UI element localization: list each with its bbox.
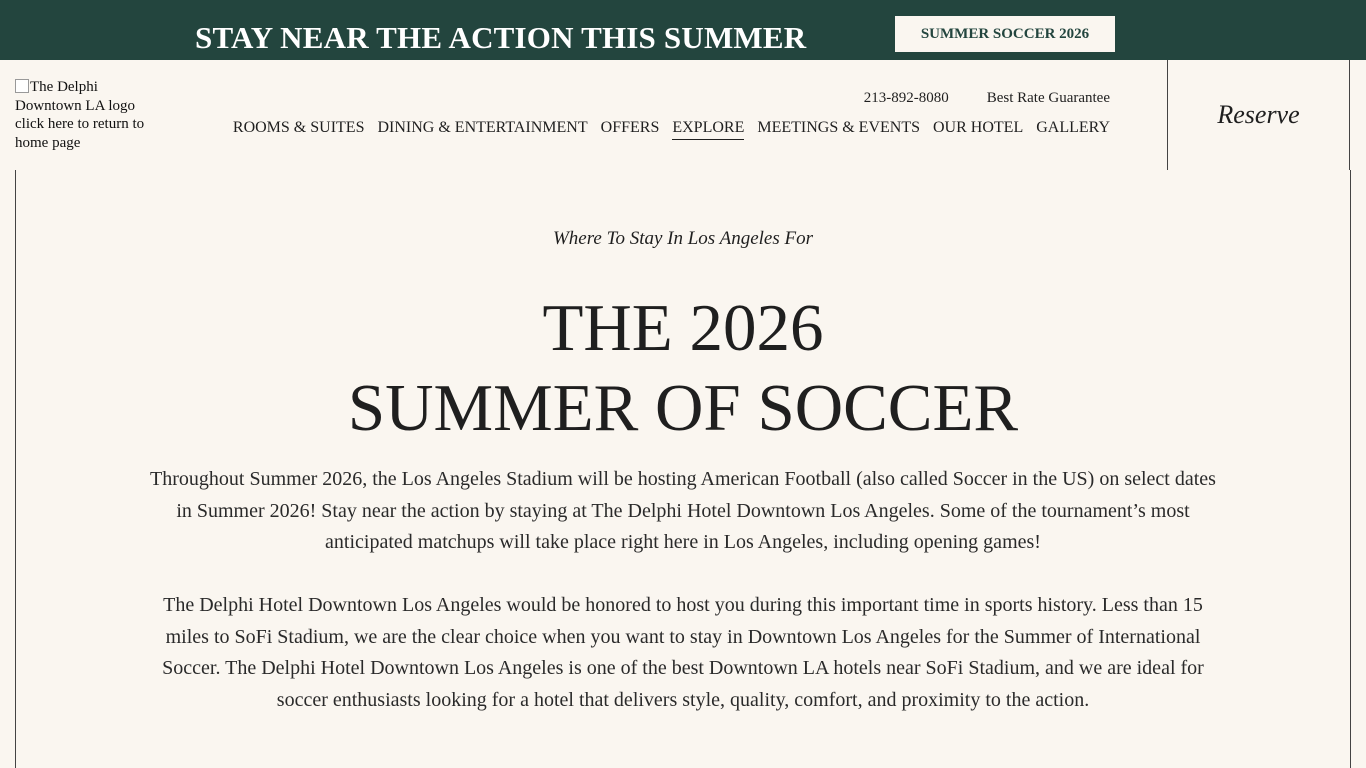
reserve-button[interactable]: Reserve	[1167, 60, 1350, 170]
nav-item-gallery[interactable]: GALLERY	[1036, 119, 1110, 140]
intro-paragraph: Throughout Summer 2026, the Los Angeles …	[150, 468, 1216, 553]
nav-item-dining-entertainment[interactable]: DINING & ENTERTAINMENT	[377, 119, 587, 140]
page-eyebrow: Where To Stay In Los Angeles For	[552, 228, 813, 249]
utility-links: 213-892-8080 Best Rate Guarantee	[864, 90, 1110, 107]
promo-headline: STAY NEAR THE ACTION THIS SUMMER	[195, 20, 807, 55]
summer-soccer-button[interactable]: SUMMER SOCCER 2026	[894, 15, 1116, 53]
site-header: The Delphi Downtown LA logo click here t…	[0, 60, 1366, 170]
nav-item-offers[interactable]: OFFERS	[601, 119, 660, 140]
best-rate-link[interactable]: Best Rate Guarantee	[987, 90, 1110, 107]
broken-image-icon	[15, 79, 29, 93]
nav-item-explore[interactable]: EXPLORE	[672, 119, 745, 140]
page-title-line-1: THE 2026	[542, 291, 824, 365]
logo-alt-text: The Delphi Downtown LA logo click here t…	[15, 79, 145, 151]
phone-link[interactable]: 213-892-8080	[864, 90, 949, 107]
body-paragraph: The Delphi Hotel Downtown Los Angeles wo…	[162, 594, 1204, 711]
nav-item-our-hotel[interactable]: OUR HOTEL	[933, 119, 1023, 140]
promo-banner: STAY NEAR THE ACTION THIS SUMMER SUMMER …	[0, 0, 1366, 60]
main-nav: ROOMS & SUITES DINING & ENTERTAINMENT OF…	[233, 119, 1110, 140]
nav-item-rooms-suites[interactable]: ROOMS & SUITES	[233, 119, 365, 140]
page-title: THE 2026 SUMMER OF SOCCER	[0, 288, 1366, 448]
nav-item-meetings-events[interactable]: MEETINGS & EVENTS	[757, 119, 920, 140]
page-title-line-2: SUMMER OF SOCCER	[347, 371, 1019, 445]
logo-link[interactable]: The Delphi Downtown LA logo click here t…	[15, 78, 165, 152]
